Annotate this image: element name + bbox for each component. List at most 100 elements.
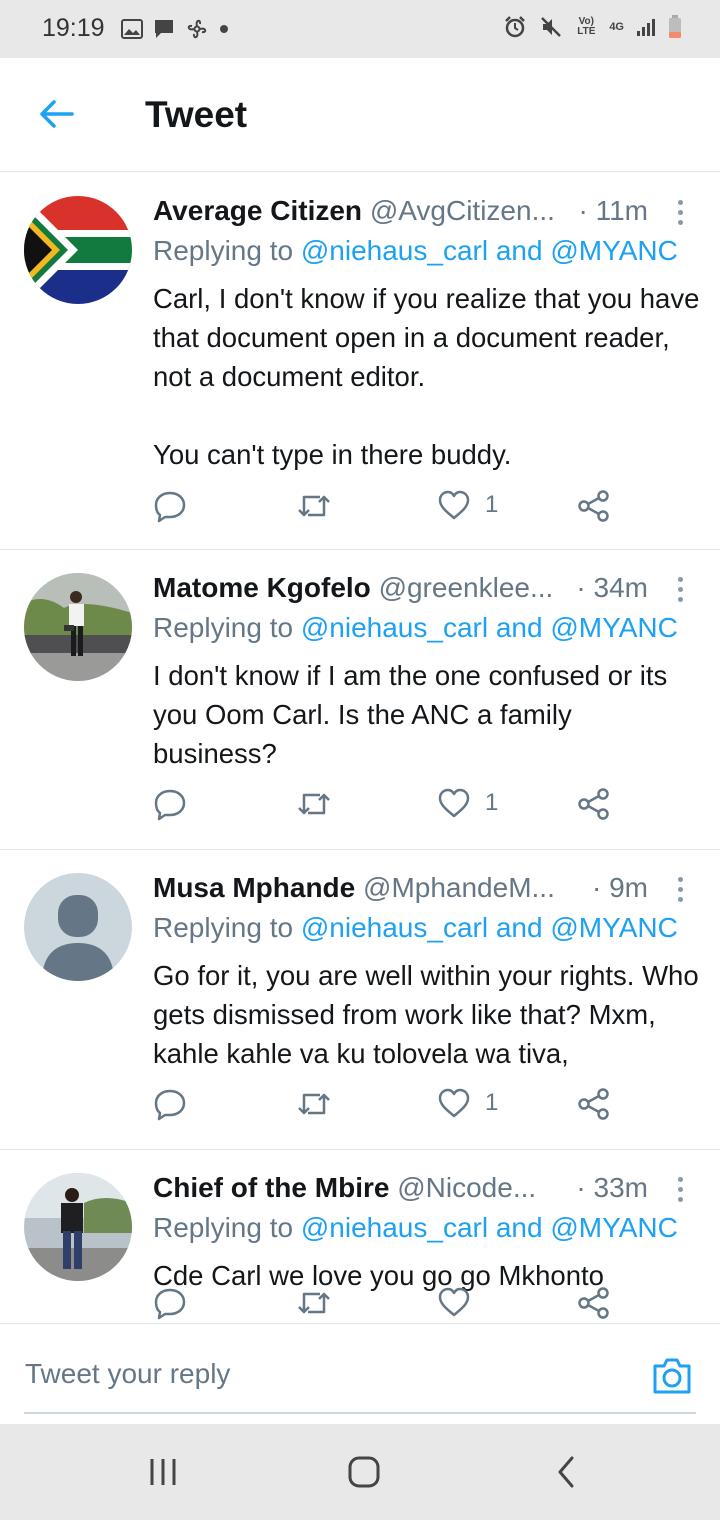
handle[interactable]: @Nicode... [397, 1172, 536, 1203]
reply-icon [154, 1288, 186, 1320]
handle[interactable]: @greenklee... [379, 572, 554, 603]
more-options-icon[interactable] [670, 1174, 690, 1204]
status-right-icons: Vo) LTE 4G [503, 15, 682, 39]
mute-icon [541, 17, 562, 37]
image-icon [121, 19, 143, 39]
alarm-icon [505, 16, 526, 38]
handle[interactable]: @MphandeM... [363, 872, 555, 903]
battery-icon [669, 15, 681, 38]
tweet[interactable]: Chief of the Mbire @Nicode... · 33m Repl… [0, 1150, 720, 1320]
tweet-actions: 1 [153, 489, 633, 533]
heart-icon [438, 788, 470, 818]
mention-links[interactable]: @niehaus_carl and @MYANC [301, 912, 678, 943]
like-button[interactable]: 1 [437, 787, 498, 819]
more-options-icon[interactable] [670, 574, 690, 604]
retweet-icon [298, 495, 330, 517]
reply-input[interactable]: Tweet your reply [25, 1358, 230, 1390]
signal-icon [637, 19, 655, 36]
reply-button[interactable] [153, 489, 187, 523]
person-photo-avatar [24, 573, 132, 681]
tweet-text: Go for it, you are well within your righ… [153, 960, 699, 1069]
person-photo-avatar [24, 1173, 132, 1281]
back-button[interactable] [32, 90, 80, 138]
message-icon [155, 20, 173, 38]
camera-icon [653, 1358, 691, 1394]
tweet-header: Chief of the Mbire @Nicode... · 33m [153, 1172, 698, 1206]
4g-icon: 4G [609, 21, 624, 33]
like-button[interactable]: 1 [437, 1087, 498, 1119]
heart-icon [438, 1088, 470, 1118]
back-nav-button[interactable] [536, 1452, 596, 1492]
share-icon [578, 490, 609, 522]
mention-links[interactable]: @niehaus_carl and @MYANC [301, 235, 678, 266]
retweet-icon [298, 1292, 330, 1314]
share-button[interactable] [577, 1087, 611, 1121]
more-options-icon[interactable] [670, 874, 690, 904]
replying-to: Replying to @niehaus_carl and @MYANC [153, 912, 678, 944]
home-icon [348, 1456, 380, 1488]
heart-icon [438, 490, 470, 520]
replying-to: Replying to @niehaus_carl and @MYANC [153, 1212, 678, 1244]
tweet[interactable]: Musa Mphande @MphandeM... · 9m Replying … [0, 850, 720, 1150]
home-button[interactable] [334, 1452, 394, 1492]
retweet-button[interactable] [296, 1286, 332, 1320]
retweet-button[interactable] [296, 787, 332, 821]
tweet-header: Matome Kgofelo @greenklee... · 34m [153, 572, 698, 606]
replying-to-label: Replying to [153, 1212, 301, 1243]
tweet-actions [153, 1286, 633, 1323]
replying-to-label: Replying to [153, 235, 301, 266]
reply-input-underline [24, 1412, 696, 1414]
mention-links[interactable]: @niehaus_carl and @MYANC [301, 1212, 678, 1243]
handle[interactable]: @AvgCitizen... [370, 195, 555, 226]
avatar[interactable] [24, 1173, 132, 1281]
reply-button[interactable] [153, 787, 187, 821]
share-button[interactable] [577, 1286, 611, 1320]
replying-to-label: Replying to [153, 612, 301, 643]
tweet-header: Average Citizen @AvgCitizen... · 11m [153, 195, 698, 229]
volte-icon: Vo) LTE [577, 16, 596, 37]
retweet-icon [298, 1093, 330, 1115]
system-nav-bar [0, 1424, 720, 1520]
share-icon [578, 1088, 609, 1120]
reply-button[interactable] [153, 1286, 187, 1320]
share-button[interactable] [577, 787, 611, 821]
share-button[interactable] [577, 489, 611, 523]
mention-links[interactable]: @niehaus_carl and @MYANC [301, 612, 678, 643]
reply-feed[interactable]: Average Citizen @AvgCitizen... · 11m Rep… [0, 173, 720, 1323]
more-options-icon[interactable] [670, 197, 690, 227]
replying-to: Replying to @niehaus_carl and @MYANC [153, 612, 678, 644]
tweet-actions: 1 [153, 1087, 633, 1131]
tweet[interactable]: Average Citizen @AvgCitizen... · 11m Rep… [0, 173, 720, 550]
display-name[interactable]: Matome Kgofelo [153, 572, 371, 603]
default-avatar [24, 873, 132, 981]
display-name[interactable]: Chief of the Mbire [153, 1172, 389, 1203]
app-header: Tweet [0, 58, 720, 172]
back-icon [558, 1456, 574, 1488]
recent-apps-button[interactable] [133, 1452, 193, 1492]
arrow-left-icon [40, 100, 74, 128]
like-count: 1 [485, 491, 499, 518]
reply-button[interactable] [153, 1087, 187, 1121]
avatar[interactable] [24, 573, 132, 681]
like-button[interactable] [437, 1286, 485, 1318]
fan-icon [187, 19, 207, 39]
camera-button[interactable] [650, 1354, 694, 1398]
display-name[interactable]: Musa Mphande [153, 872, 355, 903]
tweet[interactable]: Matome Kgofelo @greenklee... · 34m Reply… [0, 550, 720, 850]
replying-to: Replying to @niehaus_carl and @MYANC [153, 235, 678, 267]
south-africa-flag-avatar [24, 196, 132, 304]
retweet-button[interactable] [296, 489, 332, 523]
like-button[interactable]: 1 [437, 489, 498, 521]
timestamp: · 34m [570, 572, 648, 604]
recent-apps-icon [150, 1459, 176, 1485]
retweet-button[interactable] [296, 1087, 332, 1121]
like-count: 1 [485, 1089, 499, 1116]
retweet-icon [298, 793, 330, 815]
tweet-actions: 1 [153, 787, 633, 831]
display-name[interactable]: Average Citizen [153, 195, 362, 226]
avatar[interactable] [24, 196, 132, 304]
status-bar: 19:19 Vo) LTE 4G [0, 0, 720, 58]
avatar[interactable] [24, 873, 132, 981]
page-title: Tweet [145, 94, 248, 135]
reply-icon [154, 1089, 186, 1121]
